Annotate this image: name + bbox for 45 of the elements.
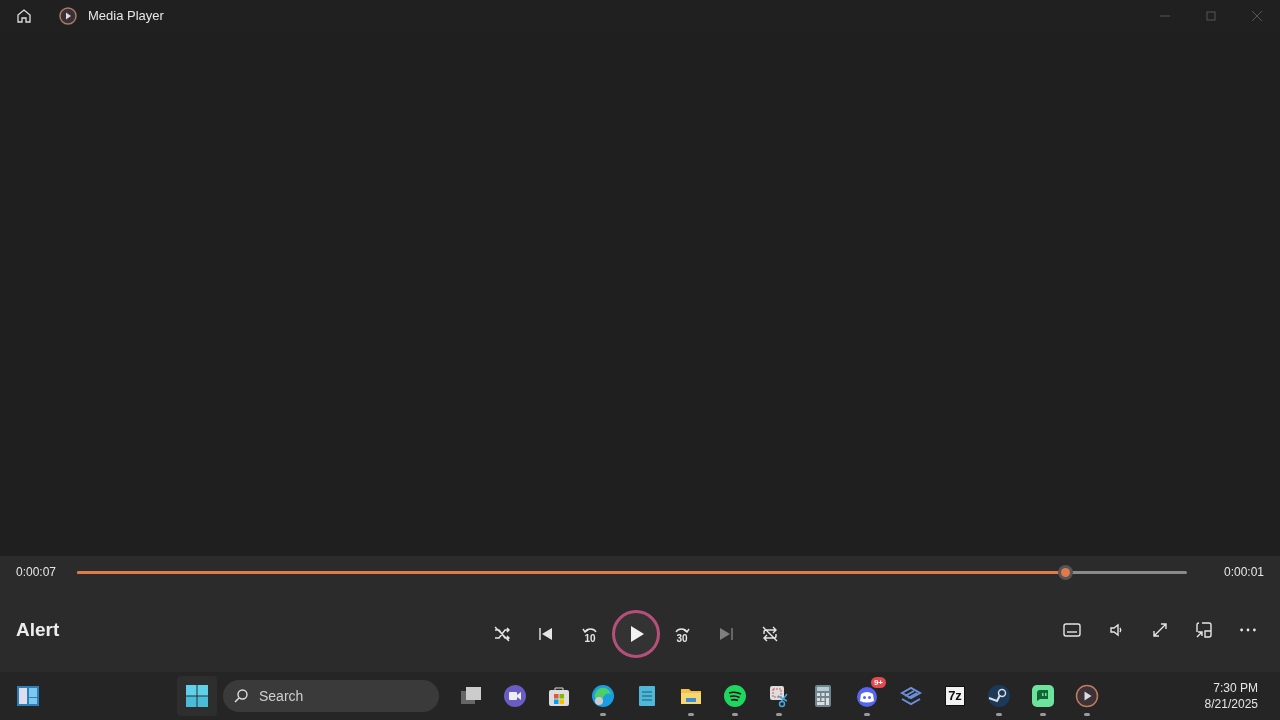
running-indicator: [732, 713, 738, 716]
notification-badge: 9+: [870, 677, 886, 688]
skip-back-10-button[interactable]: 10: [568, 612, 612, 656]
steam-logo-icon: [987, 684, 1011, 708]
play-button[interactable]: [612, 610, 660, 658]
spotify-logo-icon: [723, 684, 747, 708]
start-button[interactable]: [177, 676, 217, 716]
captions-icon: [1062, 620, 1082, 640]
search-icon: [233, 688, 249, 704]
archiver-app-button[interactable]: 7z: [933, 676, 977, 716]
scissors-icon: [767, 684, 791, 708]
seek-thumb[interactable]: [1057, 564, 1073, 580]
elapsed-time: 0:00:07: [16, 564, 58, 581]
track-title: Alert: [16, 617, 61, 642]
running-indicator: [1040, 713, 1046, 716]
running-indicator: [864, 713, 870, 716]
running-indicator: [688, 713, 694, 716]
running-indicator: [1084, 713, 1090, 716]
repeat-off-icon: [760, 624, 780, 644]
shopping-bag-icon: [547, 684, 571, 708]
skip-forward-30-button[interactable]: 30: [660, 612, 704, 656]
windows-logo-icon: [185, 684, 209, 708]
clock-time[interactable]: 7:30 PM: [1213, 680, 1258, 696]
stacked-layers-icon: [899, 684, 923, 708]
mini-player-icon: [1194, 620, 1214, 640]
running-indicator: [776, 713, 782, 716]
search-field[interactable]: Search: [223, 680, 439, 712]
shuffle-off-icon: [492, 624, 512, 644]
more-icon: [1240, 628, 1256, 632]
widgets-icon[interactable]: [16, 684, 40, 708]
play-circle-icon: [1075, 684, 1099, 708]
clock-date[interactable]: 8/21/2025: [1204, 696, 1258, 712]
running-indicator: [600, 713, 606, 716]
browser-icon: [591, 684, 615, 708]
window-title: Media Player: [88, 7, 164, 26]
fullscreen-icon: [1150, 620, 1170, 640]
chat-icon: [1031, 684, 1055, 708]
chat-bubble-icon: [855, 684, 879, 708]
video-chat-icon: [503, 684, 527, 708]
taskbar-app-button[interactable]: 9+: [845, 676, 889, 716]
home-icon[interactable]: [16, 8, 32, 24]
remaining-time: 0:00:01: [1222, 564, 1264, 581]
running-indicator: [996, 713, 1002, 716]
app-logo-icon: [59, 7, 77, 25]
seek-bar[interactable]: [77, 564, 1187, 580]
